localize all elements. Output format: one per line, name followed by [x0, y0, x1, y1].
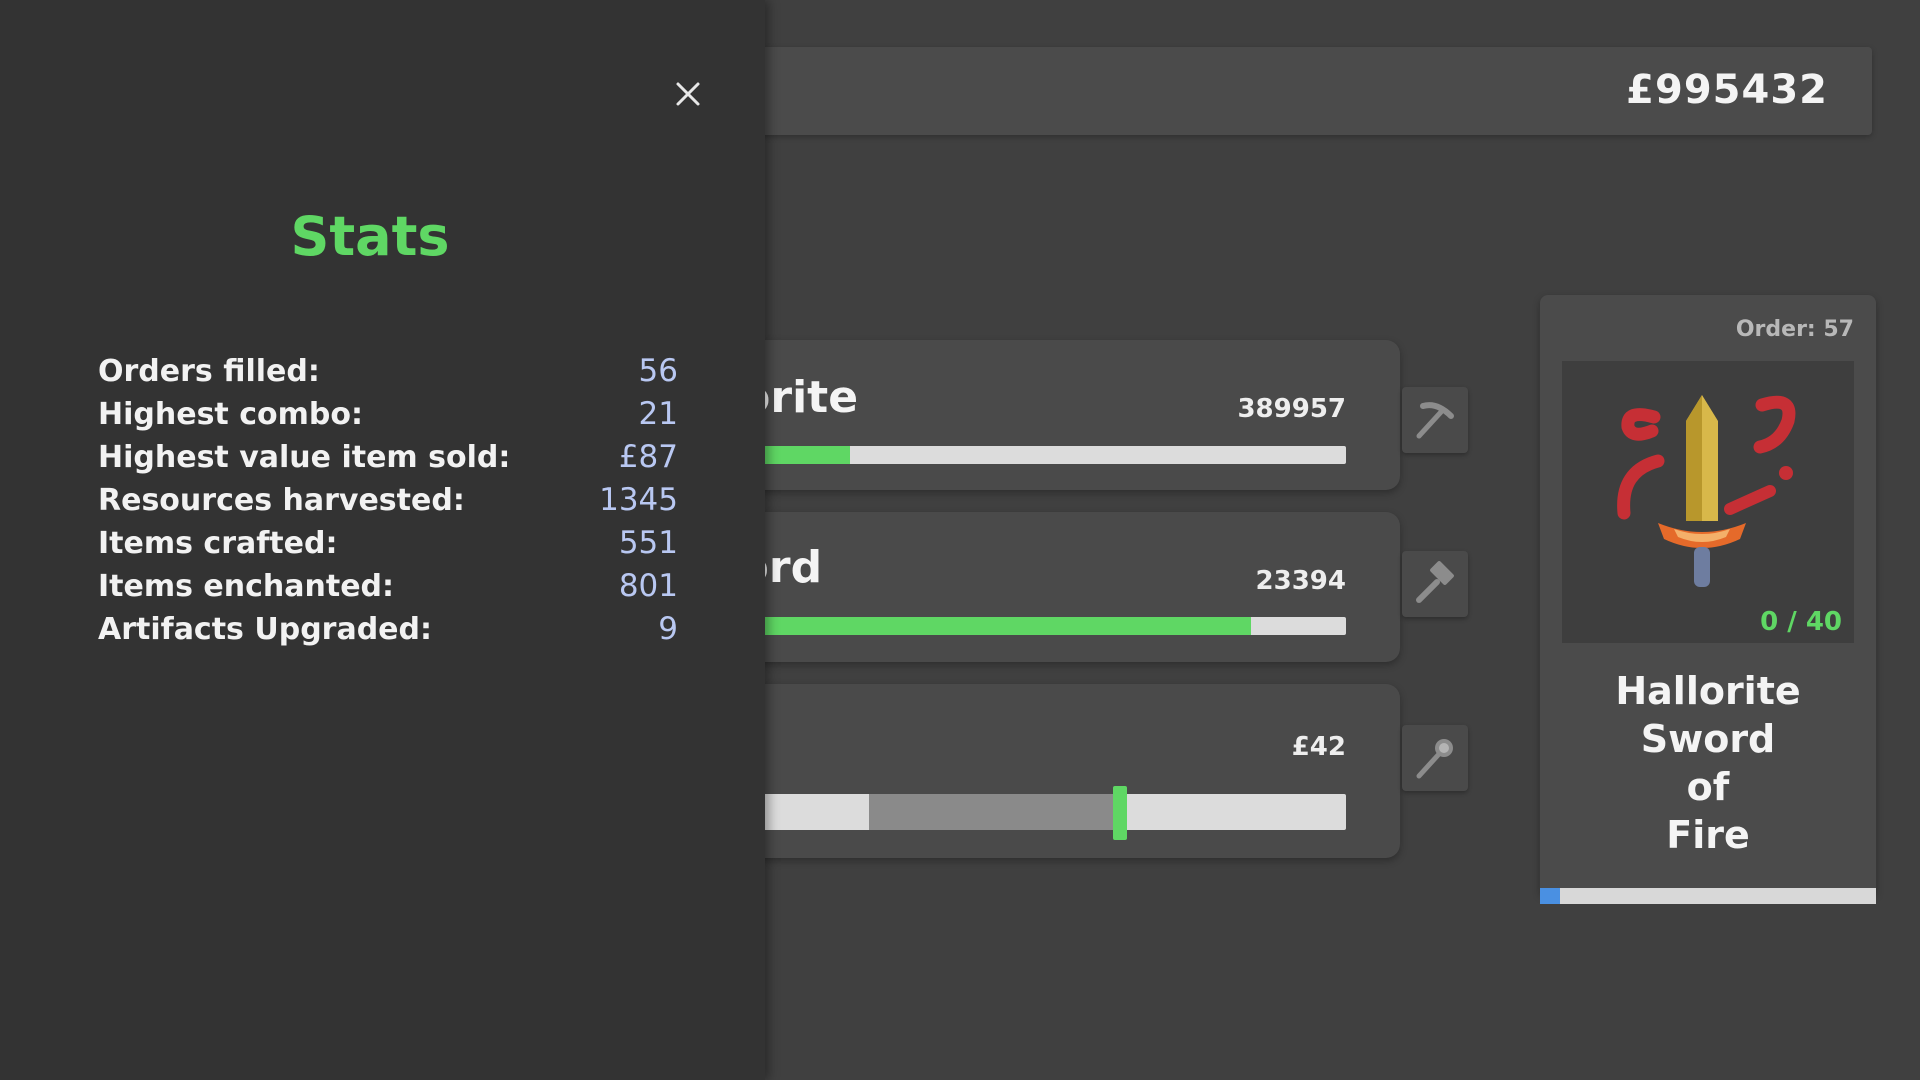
magic-wand-icon: [1416, 739, 1453, 779]
order-timer-fill: [1540, 888, 1561, 904]
order-item-name-line: Sword: [1640, 717, 1776, 761]
stat-value: 1345: [599, 482, 678, 518]
stats-list: Orders filled: 56 Highest combo: 21 High…: [98, 350, 678, 651]
money-display: £995432: [1626, 67, 1828, 113]
stat-value: 9: [658, 611, 678, 647]
money-bar: £995432: [740, 47, 1872, 135]
stat-row: Highest value item sold: £87: [98, 436, 678, 479]
order-item-name: Hallorite Sword of Fire: [1540, 667, 1876, 859]
stat-value: 56: [638, 353, 678, 389]
order-card[interactable]: Order: 57 0 / 40 Hallorite Sword of Fire: [1540, 295, 1876, 893]
game-screen: £995432 llorite 389957 vord 23394 e £42: [0, 0, 1920, 1080]
selling-row[interactable]: e £42: [700, 684, 1400, 858]
stat-label: Resources harvested:: [98, 483, 465, 518]
order-item-name-line: Hallorite: [1615, 669, 1801, 713]
resource-row[interactable]: llorite 389957: [700, 340, 1400, 490]
order-timer-bar: [1540, 888, 1876, 904]
sell-marker: [1113, 786, 1128, 840]
stat-label: Orders filled:: [98, 354, 320, 389]
stats-panel: Stats Orders filled: 56 Highest combo: 2…: [0, 0, 765, 1080]
close-icon: [676, 82, 700, 106]
stat-row: Resources harvested: 1345: [98, 479, 678, 522]
order-number: Order: 57: [1735, 317, 1854, 342]
stat-row: Orders filled: 56: [98, 350, 678, 393]
stat-row: Items enchanted: 801: [98, 565, 678, 608]
crafting-row[interactable]: vord 23394: [700, 512, 1400, 662]
order-item-name-line: Fire: [1666, 813, 1750, 857]
stat-label: Artifacts Upgraded:: [98, 612, 432, 647]
stat-label: Highest combo:: [98, 397, 363, 432]
stat-value: 551: [618, 525, 678, 561]
stat-value: £87: [618, 439, 678, 475]
stats-title: Stats: [290, 205, 450, 268]
stat-value: 801: [618, 568, 678, 604]
stat-row: Highest combo: 21: [98, 393, 678, 436]
stat-label: Items enchanted:: [98, 569, 395, 604]
selling-price: £42: [1291, 732, 1346, 762]
stat-value: 21: [638, 396, 678, 432]
fire-sword-icon: [1617, 395, 1796, 587]
craft-tool-button[interactable]: [1402, 551, 1468, 617]
pickaxe-icon: [1416, 402, 1454, 439]
order-item-name-line: of: [1686, 765, 1730, 809]
crafting-progress-fill: [710, 617, 1251, 635]
stat-row: Artifacts Upgraded: 9: [98, 608, 678, 651]
stat-label: Highest value item sold:: [98, 440, 511, 475]
stat-row: Items crafted: 551: [98, 522, 678, 565]
crafting-count: 23394: [1255, 566, 1346, 596]
order-item-image: 0 / 40: [1562, 361, 1854, 643]
sell-timing-bar[interactable]: [710, 786, 1346, 840]
sell-target-zone: [869, 794, 1118, 830]
enchant-tool-button[interactable]: [1402, 725, 1468, 791]
close-button[interactable]: [660, 66, 716, 122]
hammer-icon: [1416, 561, 1454, 603]
resource-count: 389957: [1237, 394, 1346, 424]
harvest-tool-button[interactable]: [1402, 387, 1468, 453]
order-progress-count: 0 / 40: [1760, 607, 1842, 637]
crafting-progress-bar: [710, 617, 1346, 635]
harvest-progress-bar: [710, 446, 1346, 464]
stat-label: Items crafted:: [98, 526, 338, 561]
